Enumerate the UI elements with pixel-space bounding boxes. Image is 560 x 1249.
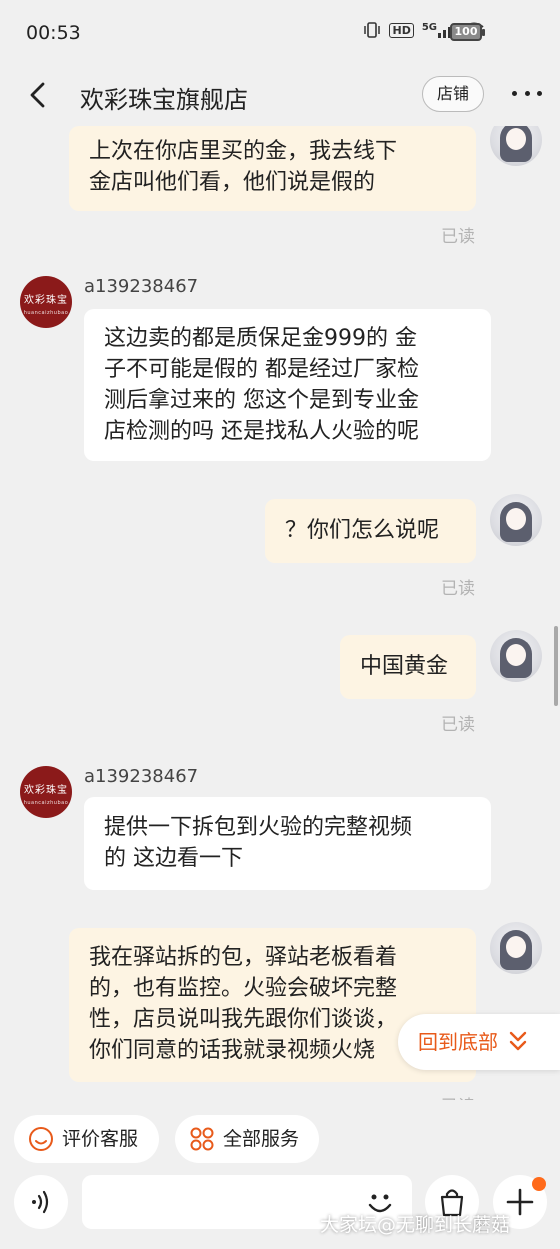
message-line: 这边卖的都是质保足金999的 金	[104, 326, 417, 351]
double-chevron-down-icon	[509, 1031, 527, 1051]
message-line: 上次在你店里买的金，我去线下	[89, 139, 398, 164]
message-line: 的 这边看一下	[104, 846, 243, 871]
message-line: 子不可能是假的 都是经过厂家检	[104, 357, 419, 382]
shop-logo-subtext: huancaizhubao	[23, 800, 69, 806]
sender-name: a139238467	[84, 276, 199, 297]
my-avatar[interactable]	[490, 630, 542, 682]
shop-message-bubble[interactable]: 这边卖的都是质保足金999的 金 子不可能是假的 都是经过厂家检 测后拿过来的 …	[84, 309, 491, 461]
all-services-label: 全部服务	[223, 1128, 300, 1150]
my-avatar[interactable]	[490, 922, 542, 974]
status-time: 00:53	[26, 22, 81, 44]
message-line: 的，也有监控。火验会破坏完整	[89, 976, 398, 1001]
message-line: 中国黄金	[360, 654, 449, 679]
watermark: 大家坛@无聊到长蘑菇	[320, 1214, 511, 1236]
shop-logo-text: 欢彩珠宝	[24, 785, 68, 796]
sender-name: a139238467	[84, 766, 199, 787]
message-line: ？你们怎么说呢	[285, 518, 440, 543]
my-avatar[interactable]	[490, 126, 542, 166]
my-avatar[interactable]	[490, 494, 542, 546]
shop-avatar[interactable]: 欢彩珠宝 huancaizhubao	[20, 766, 72, 818]
read-status: 已读	[441, 579, 475, 599]
read-status: 已读	[441, 1092, 475, 1100]
my-message-bubble[interactable]: 上次在你店里买的金，我去线下 金店叫他们看，他们说是假的	[69, 126, 476, 211]
network-type-label: 5G	[421, 22, 437, 33]
grid-services-icon	[190, 1127, 214, 1151]
status-bar: 00:53 HD 5G 100	[0, 0, 560, 66]
notification-dot	[532, 1177, 546, 1191]
vibrate-icon	[364, 22, 381, 38]
voice-input-button[interactable]	[14, 1175, 68, 1229]
more-options-icon[interactable]	[512, 83, 542, 103]
chat-message-list[interactable]: 上次在你店里买的金，我去线下 金店叫他们看，他们说是假的 已读 欢彩珠宝 hua…	[0, 126, 560, 1100]
store-button[interactable]: 店铺	[422, 76, 484, 112]
back-arrow-icon[interactable]	[24, 80, 54, 110]
message-line: 金店叫他们看，他们说是假的	[89, 170, 376, 195]
chat-header: 欢彩珠宝旗舰店 店铺	[0, 66, 560, 126]
message-line: 我在驿站拆的包，驿站老板看着	[89, 945, 398, 970]
read-status: 已读	[441, 715, 475, 735]
rate-service-button[interactable]: 评价客服	[14, 1115, 159, 1163]
rate-service-label: 评价客服	[62, 1128, 139, 1150]
shop-message-bubble[interactable]: 提供一下拆包到火验的完整视频 的 这边看一下	[84, 797, 491, 890]
battery-icon: 100	[450, 23, 485, 41]
smiley-icon	[29, 1127, 53, 1151]
message-line: 提供一下拆包到火验的完整视频	[104, 815, 413, 840]
message-line: 店检测的吗 还是找私人火验的呢	[104, 419, 419, 444]
hd-icon: HD	[389, 22, 414, 38]
shop-logo-text: 欢彩珠宝	[24, 295, 68, 306]
back-to-bottom-button[interactable]: 回到底部	[398, 1014, 560, 1070]
shop-logo-subtext: huancaizhubao	[23, 310, 69, 316]
voice-icon	[32, 1190, 49, 1214]
my-message-bubble[interactable]: ？你们怎么说呢	[265, 499, 476, 563]
shop-avatar[interactable]: 欢彩珠宝 huancaizhubao	[20, 276, 72, 328]
shop-title: 欢彩珠宝旗舰店	[80, 86, 248, 114]
message-line: 测后拿过来的 您这个是到专业金	[104, 388, 419, 413]
back-to-bottom-label: 回到底部	[418, 1030, 498, 1054]
scrollbar-thumb[interactable]	[554, 626, 558, 706]
my-message-bubble[interactable]: 中国黄金	[340, 635, 476, 699]
all-services-button[interactable]: 全部服务	[175, 1115, 319, 1163]
read-status: 已读	[441, 227, 475, 247]
